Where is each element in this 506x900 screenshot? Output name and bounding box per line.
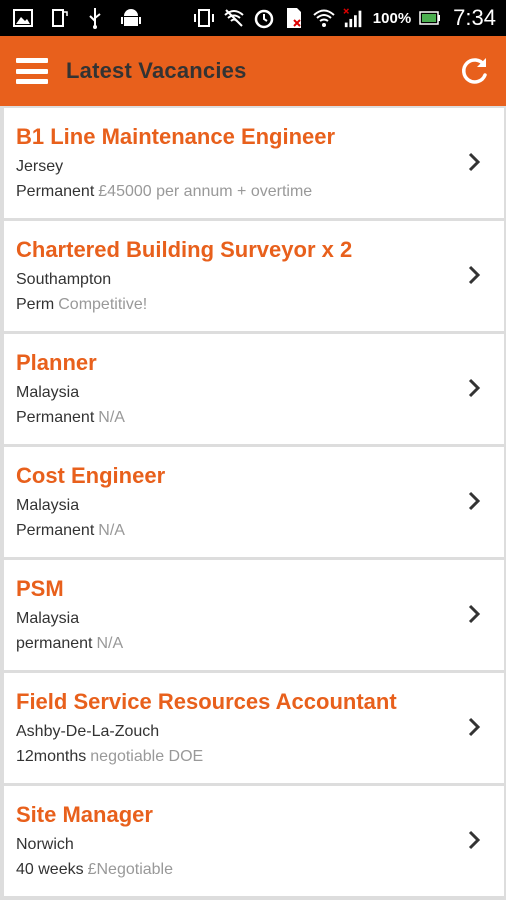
vacancy-location: Malaysia — [16, 384, 80, 401]
vacancy-title: Planner — [16, 350, 97, 375]
vacancy-title: B1 Line Maintenance Engineer — [16, 124, 336, 149]
vacancy-salary: N/A — [98, 409, 125, 426]
vacancy-salary: Competitive! — [58, 296, 148, 313]
wifi-off-icon — [223, 7, 245, 29]
vacancy-title: Chartered Building Surveyor x 2 — [16, 237, 353, 262]
vacancy-item[interactable]: Cost Engineer Malaysia Permanent N/A — [4, 447, 504, 557]
vacancy-type: permanent — [16, 635, 93, 652]
vacancy-location: Malaysia — [16, 610, 80, 627]
menu-icon[interactable] — [16, 58, 48, 84]
vacancy-location: Norwich — [16, 836, 74, 853]
chevron-right-icon — [468, 265, 481, 285]
vacancy-title: Site Manager — [16, 802, 153, 827]
app-bar: Latest Vacancies — [0, 36, 506, 106]
vacancy-meta: Permanent N/A — [16, 522, 125, 540]
vacancy-item[interactable]: Field Service Resources Accountant Ashby… — [4, 673, 504, 783]
vacancy-meta: permanent N/A — [16, 635, 123, 653]
vacancy-meta: Permanent £45000 per annum + overtime — [16, 183, 312, 201]
vacancy-location: Malaysia — [16, 497, 80, 514]
usb-icon — [84, 7, 106, 29]
vacancy-location: Ashby-De-La-Zouch — [16, 723, 160, 740]
refresh-icon[interactable] — [456, 53, 492, 89]
vacancy-item[interactable]: PSM Malaysia permanent N/A — [4, 560, 504, 670]
sim-alert-icon — [283, 7, 305, 29]
chevron-right-icon — [468, 378, 481, 398]
vacancy-item[interactable]: Planner Malaysia Permanent N/A — [4, 334, 504, 444]
vacancy-meta: 40 weeks £Negotiable — [16, 861, 173, 879]
signal-icon — [343, 7, 365, 29]
gallery-icon — [12, 7, 34, 29]
vacancy-salary: N/A — [96, 635, 124, 652]
vacancy-location: Jersey — [16, 158, 64, 175]
screen-rotation-icon — [48, 7, 70, 29]
chevron-right-icon — [468, 152, 481, 172]
battery-percent: 100% — [372, 9, 412, 27]
vacancy-meta: Permanent N/A — [16, 409, 125, 427]
vacancy-type: Permanent — [16, 183, 95, 200]
chevron-right-icon — [468, 717, 481, 737]
wifi-icon — [313, 7, 335, 29]
chevron-right-icon — [468, 491, 481, 511]
vacancy-type: 12months — [16, 748, 87, 765]
vacancy-type: Permanent — [16, 409, 95, 426]
vacancy-salary: £45000 per annum + overtime — [98, 183, 313, 200]
chevron-right-icon — [468, 830, 481, 850]
vacancy-item[interactable]: Chartered Building Surveyor x 2 Southamp… — [4, 221, 504, 331]
vacancy-item[interactable]: B1 Line Maintenance Engineer Jersey Perm… — [4, 108, 504, 218]
vacancy-title: Cost Engineer — [16, 463, 166, 488]
vacancy-type: Permanent — [16, 522, 95, 539]
vacancy-type: Perm — [16, 296, 55, 313]
android-icon — [120, 7, 142, 29]
clock: 7:34 — [453, 5, 496, 30]
status-bar: 100% 7:34 — [0, 0, 506, 36]
vacancy-item[interactable]: Site Manager Norwich 40 weeks £Negotiable — [4, 786, 504, 896]
vacancy-salary: £Negotiable — [87, 861, 173, 878]
vacancy-salary: N/A — [98, 522, 125, 539]
vacancy-salary: negotiable DOE — [90, 748, 204, 765]
alarm-icon — [253, 7, 275, 29]
vacancy-type: 40 weeks — [16, 861, 84, 878]
battery-icon — [419, 7, 441, 29]
vacancy-location: Southampton — [16, 271, 112, 288]
vibrate-icon — [193, 7, 215, 29]
vacancy-title: Field Service Resources Accountant — [16, 689, 397, 714]
vacancy-meta: 12months negotiable DOE — [16, 748, 203, 766]
chevron-right-icon — [468, 604, 481, 624]
vacancy-meta: Perm Competitive! — [16, 296, 147, 314]
vacancy-title: PSM — [16, 576, 64, 601]
page-title: Latest Vacancies — [66, 58, 247, 83]
vacancy-list: B1 Line Maintenance Engineer Jersey Perm… — [0, 106, 506, 900]
